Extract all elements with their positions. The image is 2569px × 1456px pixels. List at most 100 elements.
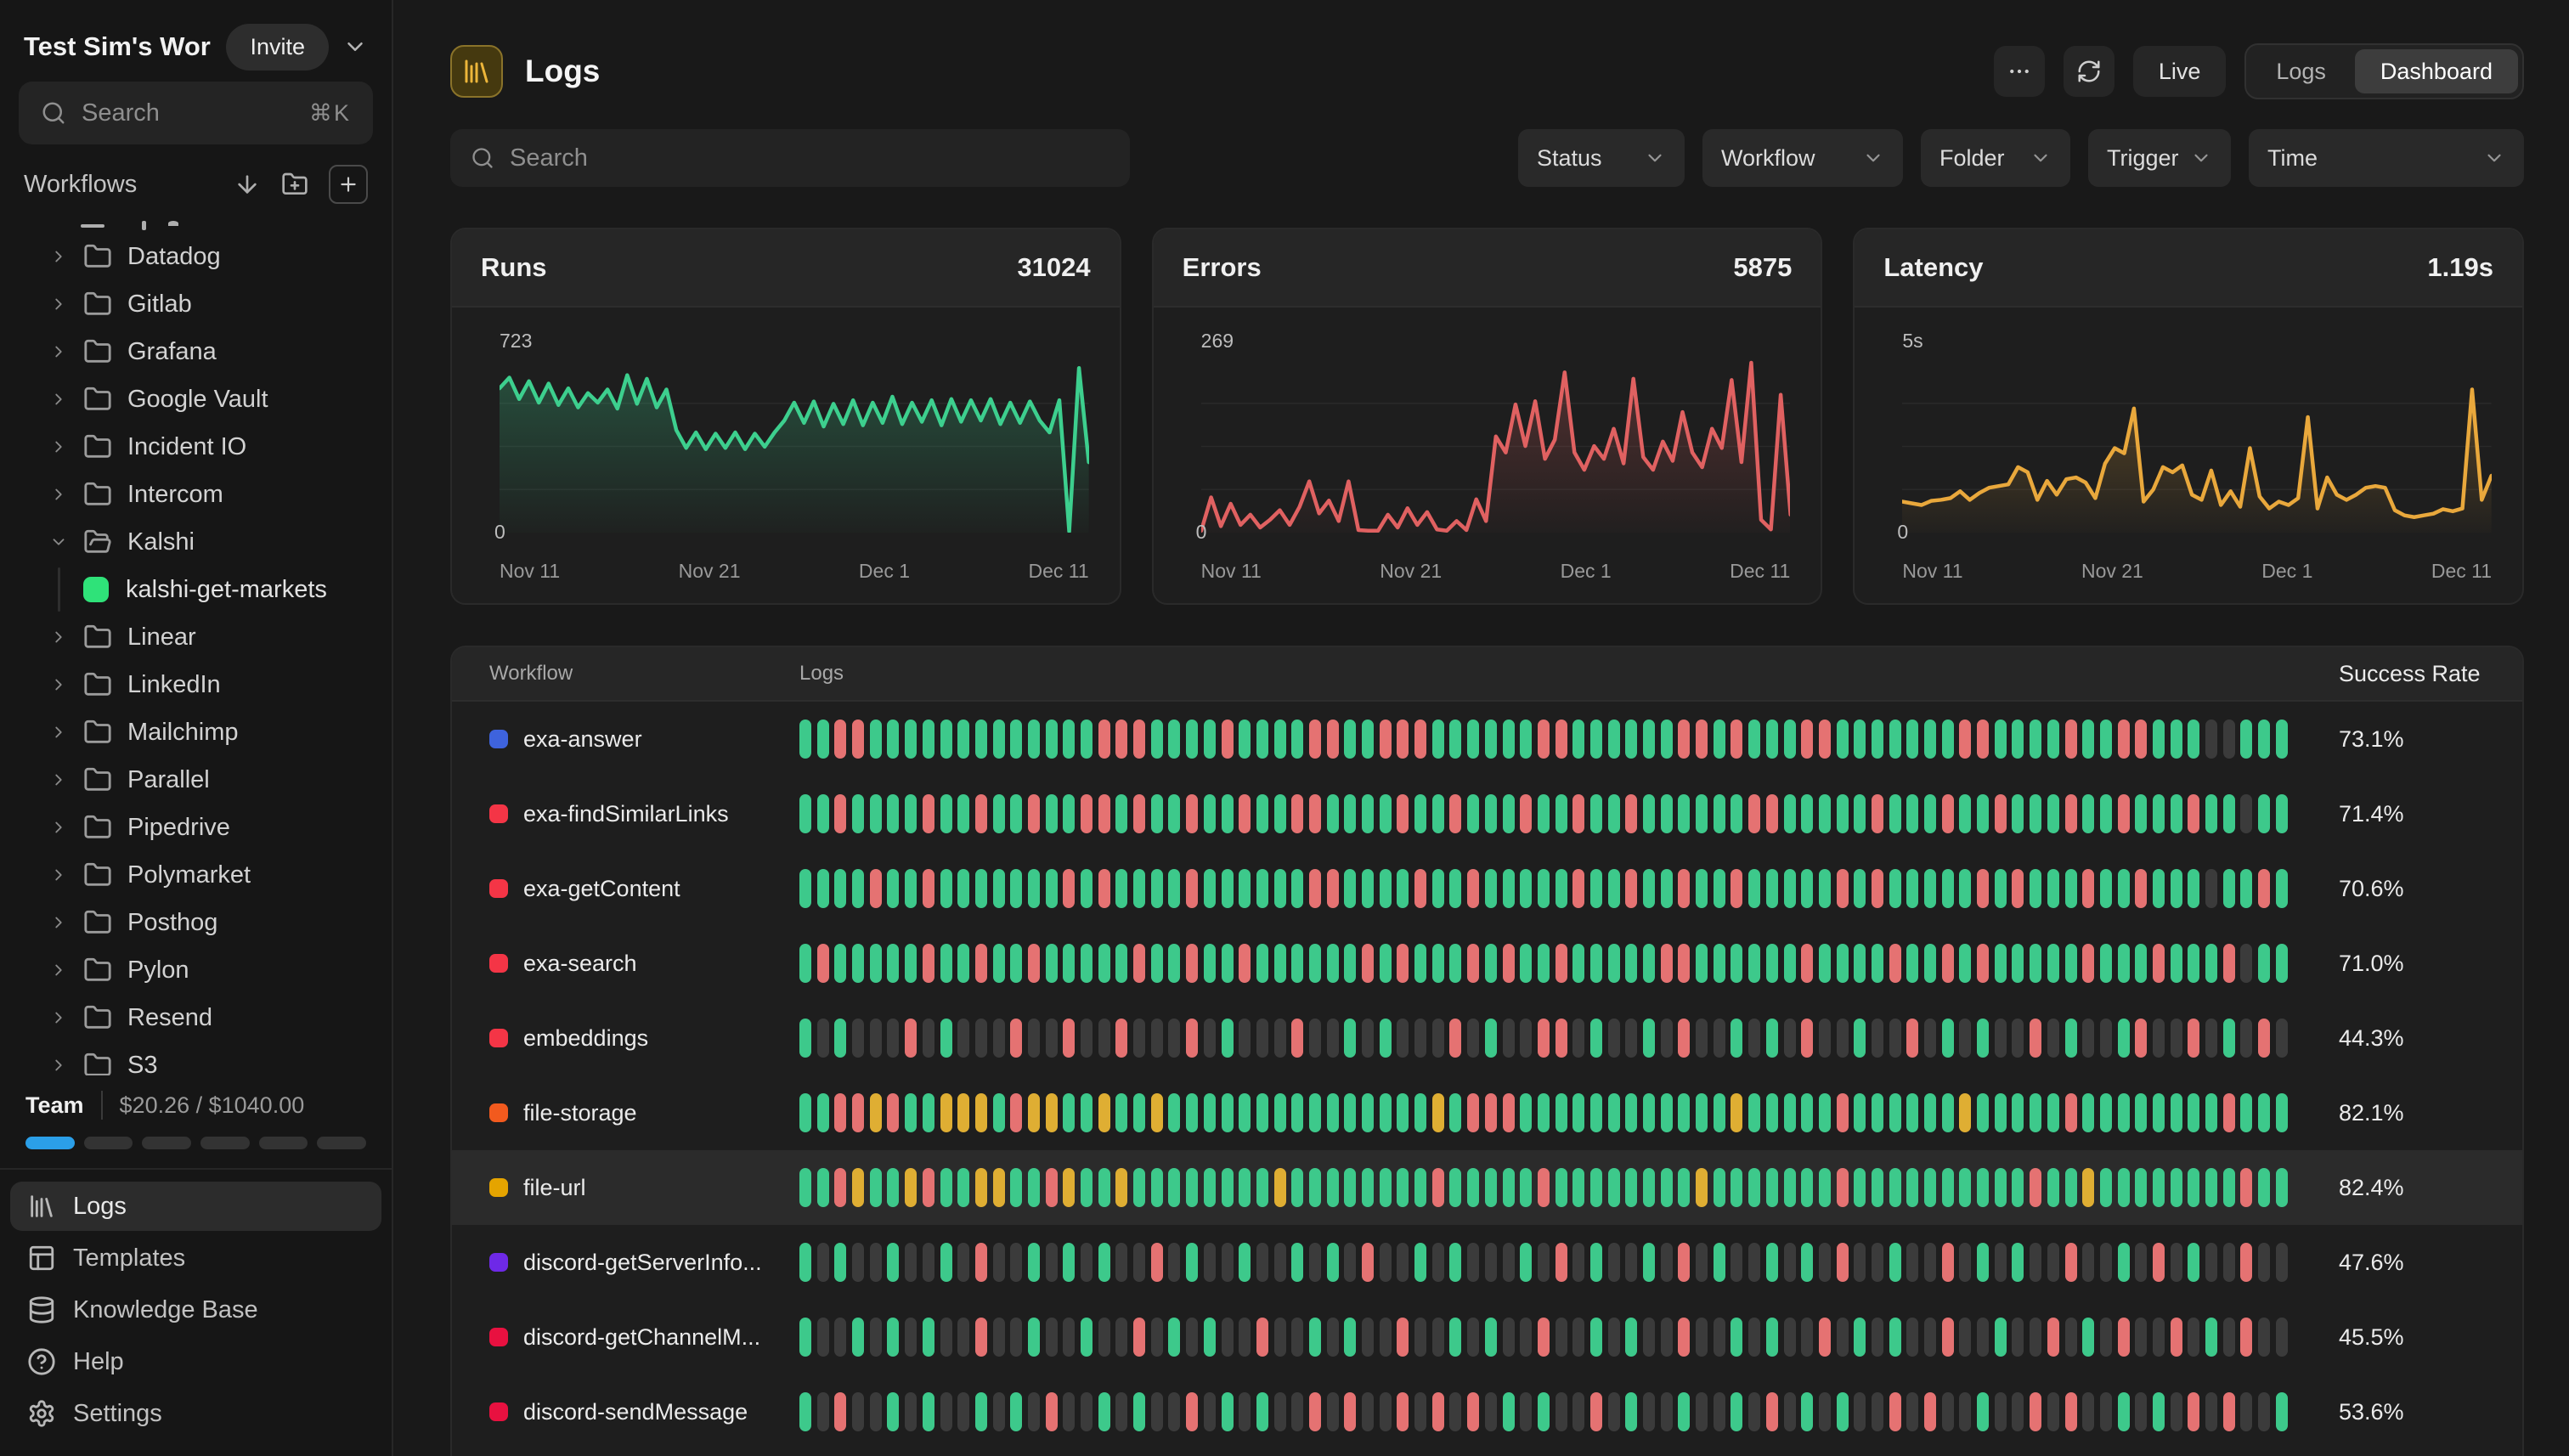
log-pill[interactable] — [2171, 720, 2182, 759]
log-pill[interactable] — [1503, 1392, 1515, 1431]
log-pill[interactable] — [1151, 944, 1163, 983]
log-pill[interactable] — [870, 944, 882, 983]
log-pill[interactable] — [1098, 1392, 1110, 1431]
sidebar-folder-grafana[interactable]: Grafana — [19, 328, 373, 375]
log-pill[interactable] — [2118, 944, 2130, 983]
log-pill[interactable] — [923, 720, 934, 759]
log-pill[interactable] — [1291, 1019, 1303, 1058]
log-pill[interactable] — [1309, 1019, 1321, 1058]
log-pill[interactable] — [1467, 1168, 1479, 1207]
log-pill[interactable] — [1485, 720, 1497, 759]
log-pill[interactable] — [834, 1392, 846, 1431]
log-pill[interactable] — [975, 1093, 987, 1132]
log-pill[interactable] — [2047, 1019, 2059, 1058]
log-pill[interactable] — [817, 1168, 829, 1207]
log-pill[interactable] — [1362, 1318, 1374, 1357]
log-pill[interactable] — [957, 1243, 969, 1282]
log-pill[interactable] — [1714, 1392, 1725, 1431]
log-pill[interactable] — [1222, 869, 1234, 908]
log-pill[interactable] — [2171, 1168, 2182, 1207]
log-pill[interactable] — [1327, 720, 1339, 759]
log-pill[interactable] — [2223, 1392, 2235, 1431]
log-pill[interactable] — [1449, 1318, 1461, 1357]
log-pill[interactable] — [2135, 1243, 2147, 1282]
log-pill[interactable] — [887, 1168, 899, 1207]
log-pill[interactable] — [975, 720, 987, 759]
log-pill[interactable] — [1556, 1318, 1567, 1357]
log-pill[interactable] — [905, 720, 917, 759]
log-pill[interactable] — [1995, 944, 2007, 983]
sidebar-folder-datadog[interactable]: Datadog — [19, 233, 373, 280]
log-pill[interactable] — [2047, 1093, 2059, 1132]
log-pill[interactable] — [1115, 869, 1127, 908]
log-pill[interactable] — [1819, 1168, 1831, 1207]
log-pill[interactable] — [2171, 1093, 2182, 1132]
log-pill[interactable] — [1854, 794, 1866, 833]
log-pill[interactable] — [2276, 1093, 2288, 1132]
sort-arrow-down-icon[interactable] — [234, 171, 261, 198]
log-pill[interactable] — [1714, 1093, 1725, 1132]
log-pill[interactable] — [1291, 1168, 1303, 1207]
log-pill[interactable] — [2205, 1318, 2217, 1357]
log-pill[interactable] — [1590, 1093, 1602, 1132]
log-pill[interactable] — [1906, 1243, 1918, 1282]
log-pill[interactable] — [1467, 1318, 1479, 1357]
log-pill[interactable] — [1256, 1093, 1268, 1132]
log-pill[interactable] — [1397, 1392, 1409, 1431]
log-pill[interactable] — [1942, 1392, 1954, 1431]
log-pill[interactable] — [1239, 869, 1251, 908]
log-pill[interactable] — [1081, 869, 1093, 908]
log-pill[interactable] — [1924, 1392, 1936, 1431]
log-pill[interactable] — [1239, 1392, 1251, 1431]
sidebar-folder-s3[interactable]: S3 — [19, 1041, 373, 1075]
log-pill[interactable] — [2065, 720, 2077, 759]
log-pill[interactable] — [2240, 794, 2252, 833]
log-pill[interactable] — [905, 944, 917, 983]
log-pill[interactable] — [1133, 1093, 1145, 1132]
log-pill[interactable] — [2100, 794, 2112, 833]
log-pill[interactable] — [1151, 1318, 1163, 1357]
log-pill[interactable] — [1766, 1318, 1778, 1357]
log-pill[interactable] — [1467, 1093, 1479, 1132]
log-pill[interactable] — [1854, 1243, 1866, 1282]
log-pill[interactable] — [1327, 944, 1339, 983]
log-pill[interactable] — [1959, 1318, 1971, 1357]
new-workflow-button[interactable] — [329, 165, 368, 204]
log-pill[interactable] — [1678, 944, 1690, 983]
log-pill[interactable] — [2065, 869, 2077, 908]
log-pill[interactable] — [940, 720, 952, 759]
log-pill[interactable] — [1256, 794, 1268, 833]
log-pill[interactable] — [1643, 1243, 1655, 1282]
log-pill[interactable] — [1995, 794, 2007, 833]
log-pill[interactable] — [1256, 869, 1268, 908]
log-pill[interactable] — [1414, 869, 1426, 908]
log-pill[interactable] — [1256, 1168, 1268, 1207]
log-pill[interactable] — [1449, 944, 1461, 983]
log-pill[interactable] — [1362, 1392, 1374, 1431]
log-pill[interactable] — [799, 794, 811, 833]
log-pill[interactable] — [2258, 794, 2270, 833]
log-pill[interactable] — [1063, 1168, 1075, 1207]
log-pill[interactable] — [1327, 794, 1339, 833]
log-pill[interactable] — [923, 944, 934, 983]
log-pill[interactable] — [993, 1318, 1005, 1357]
log-pill[interactable] — [1151, 1168, 1163, 1207]
log-pill[interactable] — [1714, 1168, 1725, 1207]
log-pill[interactable] — [2240, 1243, 2252, 1282]
log-pill[interactable] — [1133, 1392, 1145, 1431]
log-pill[interactable] — [1063, 869, 1075, 908]
log-pill[interactable] — [1485, 794, 1497, 833]
log-pill[interactable] — [852, 794, 864, 833]
log-pill[interactable] — [1608, 720, 1620, 759]
log-pill[interactable] — [1291, 944, 1303, 983]
log-pill[interactable] — [1081, 1168, 1093, 1207]
log-pill[interactable] — [1608, 1019, 1620, 1058]
log-pill[interactable] — [2188, 869, 2199, 908]
log-pill[interactable] — [1186, 1318, 1198, 1357]
log-pill[interactable] — [1696, 1243, 1708, 1282]
log-pill[interactable] — [887, 869, 899, 908]
log-pill[interactable] — [1503, 794, 1515, 833]
log-pill[interactable] — [2030, 720, 2041, 759]
sidebar-item-logs[interactable]: Logs — [10, 1182, 381, 1231]
log-pill[interactable] — [1222, 1168, 1234, 1207]
